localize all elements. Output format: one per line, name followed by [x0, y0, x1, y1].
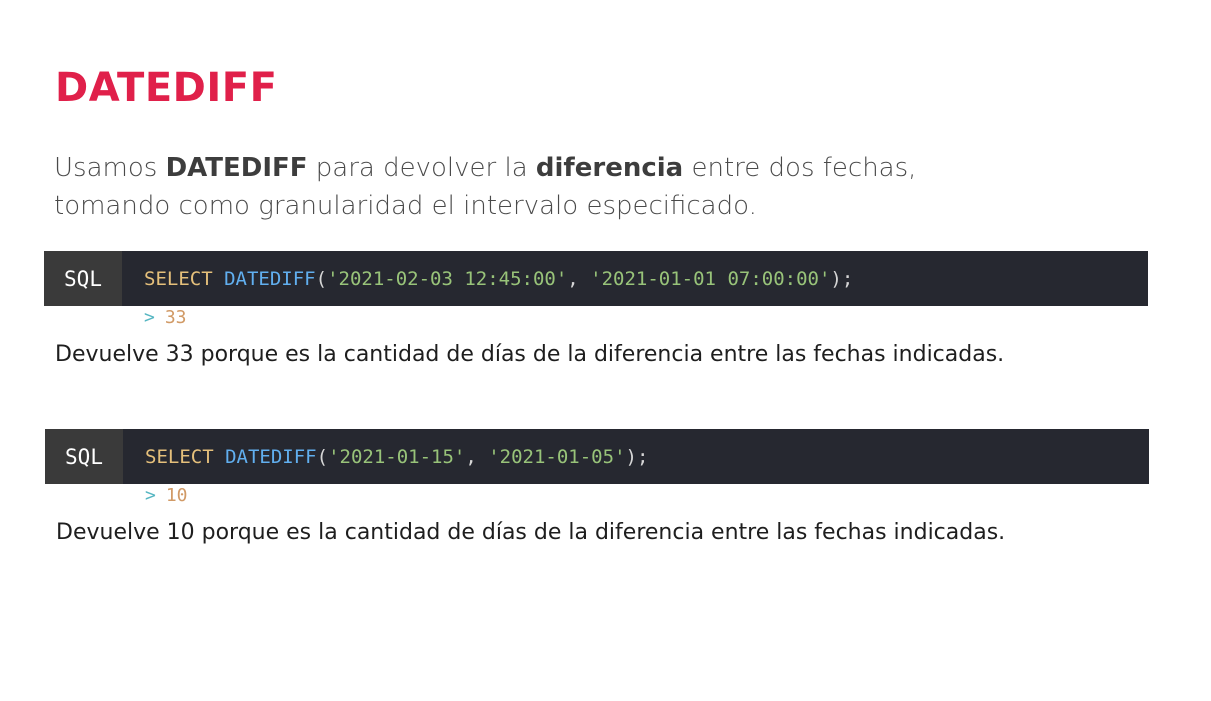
explanation-text: Devuelve 33 porque es la cantidad de día… — [55, 342, 1005, 367]
code-keyword: SELECT — [144, 267, 213, 290]
code-string: '2021-02-03 12:45:00' — [327, 267, 568, 290]
language-tag: SQL — [44, 251, 122, 306]
result-arrow-icon: > — [145, 485, 156, 506]
intro-bold-term: diferencia — [535, 153, 684, 183]
sql-code: SELECT DATEDIFF('2021-02-03 12:45:00', '… — [122, 268, 853, 290]
intro-text: entre dos fechas, — [683, 153, 917, 183]
code-punctuation: ); — [830, 267, 854, 290]
code-punctuation: , — [567, 267, 591, 290]
query-result: >33 — [144, 306, 187, 330]
result-value: 10 — [165, 485, 188, 506]
code-block: SQL SELECT DATEDIFF('2021-01-15', '2021-… — [45, 429, 1149, 484]
code-punctuation: ); — [625, 445, 649, 468]
result-arrow-icon: > — [144, 307, 155, 328]
intro-text: para devolver la — [307, 153, 536, 183]
code-punctuation: ( — [315, 267, 328, 290]
code-punctuation: ( — [316, 445, 329, 468]
code-punctuation: , — [465, 445, 489, 468]
code-keyword: SELECT — [145, 445, 214, 468]
intro-bold-function: DATEDIFF — [165, 153, 308, 183]
code-string: '2021-01-05' — [488, 445, 626, 468]
code-function: DATEDIFF — [224, 267, 316, 290]
code-function: DATEDIFF — [225, 445, 317, 468]
intro-paragraph: Usamos DATEDIFF para devolver la diferen… — [54, 149, 1154, 225]
intro-text: Usamos — [54, 153, 166, 183]
intro-text-line2: tomando como granularidad el intervalo e… — [54, 191, 757, 221]
code-string: '2021-01-01 07:00:00' — [590, 267, 831, 290]
code-string: '2021-01-15' — [328, 445, 466, 468]
sql-code: SELECT DATEDIFF('2021-01-15', '2021-01-0… — [123, 446, 648, 468]
code-block: SQL SELECT DATEDIFF('2021-02-03 12:45:00… — [44, 251, 1148, 306]
explanation-text: Devuelve 10 porque es la cantidad de día… — [56, 520, 1006, 545]
language-tag: SQL — [45, 429, 123, 484]
page-title: DATEDIFF — [55, 65, 278, 111]
result-value: 33 — [164, 307, 187, 328]
query-result: >10 — [145, 484, 188, 508]
